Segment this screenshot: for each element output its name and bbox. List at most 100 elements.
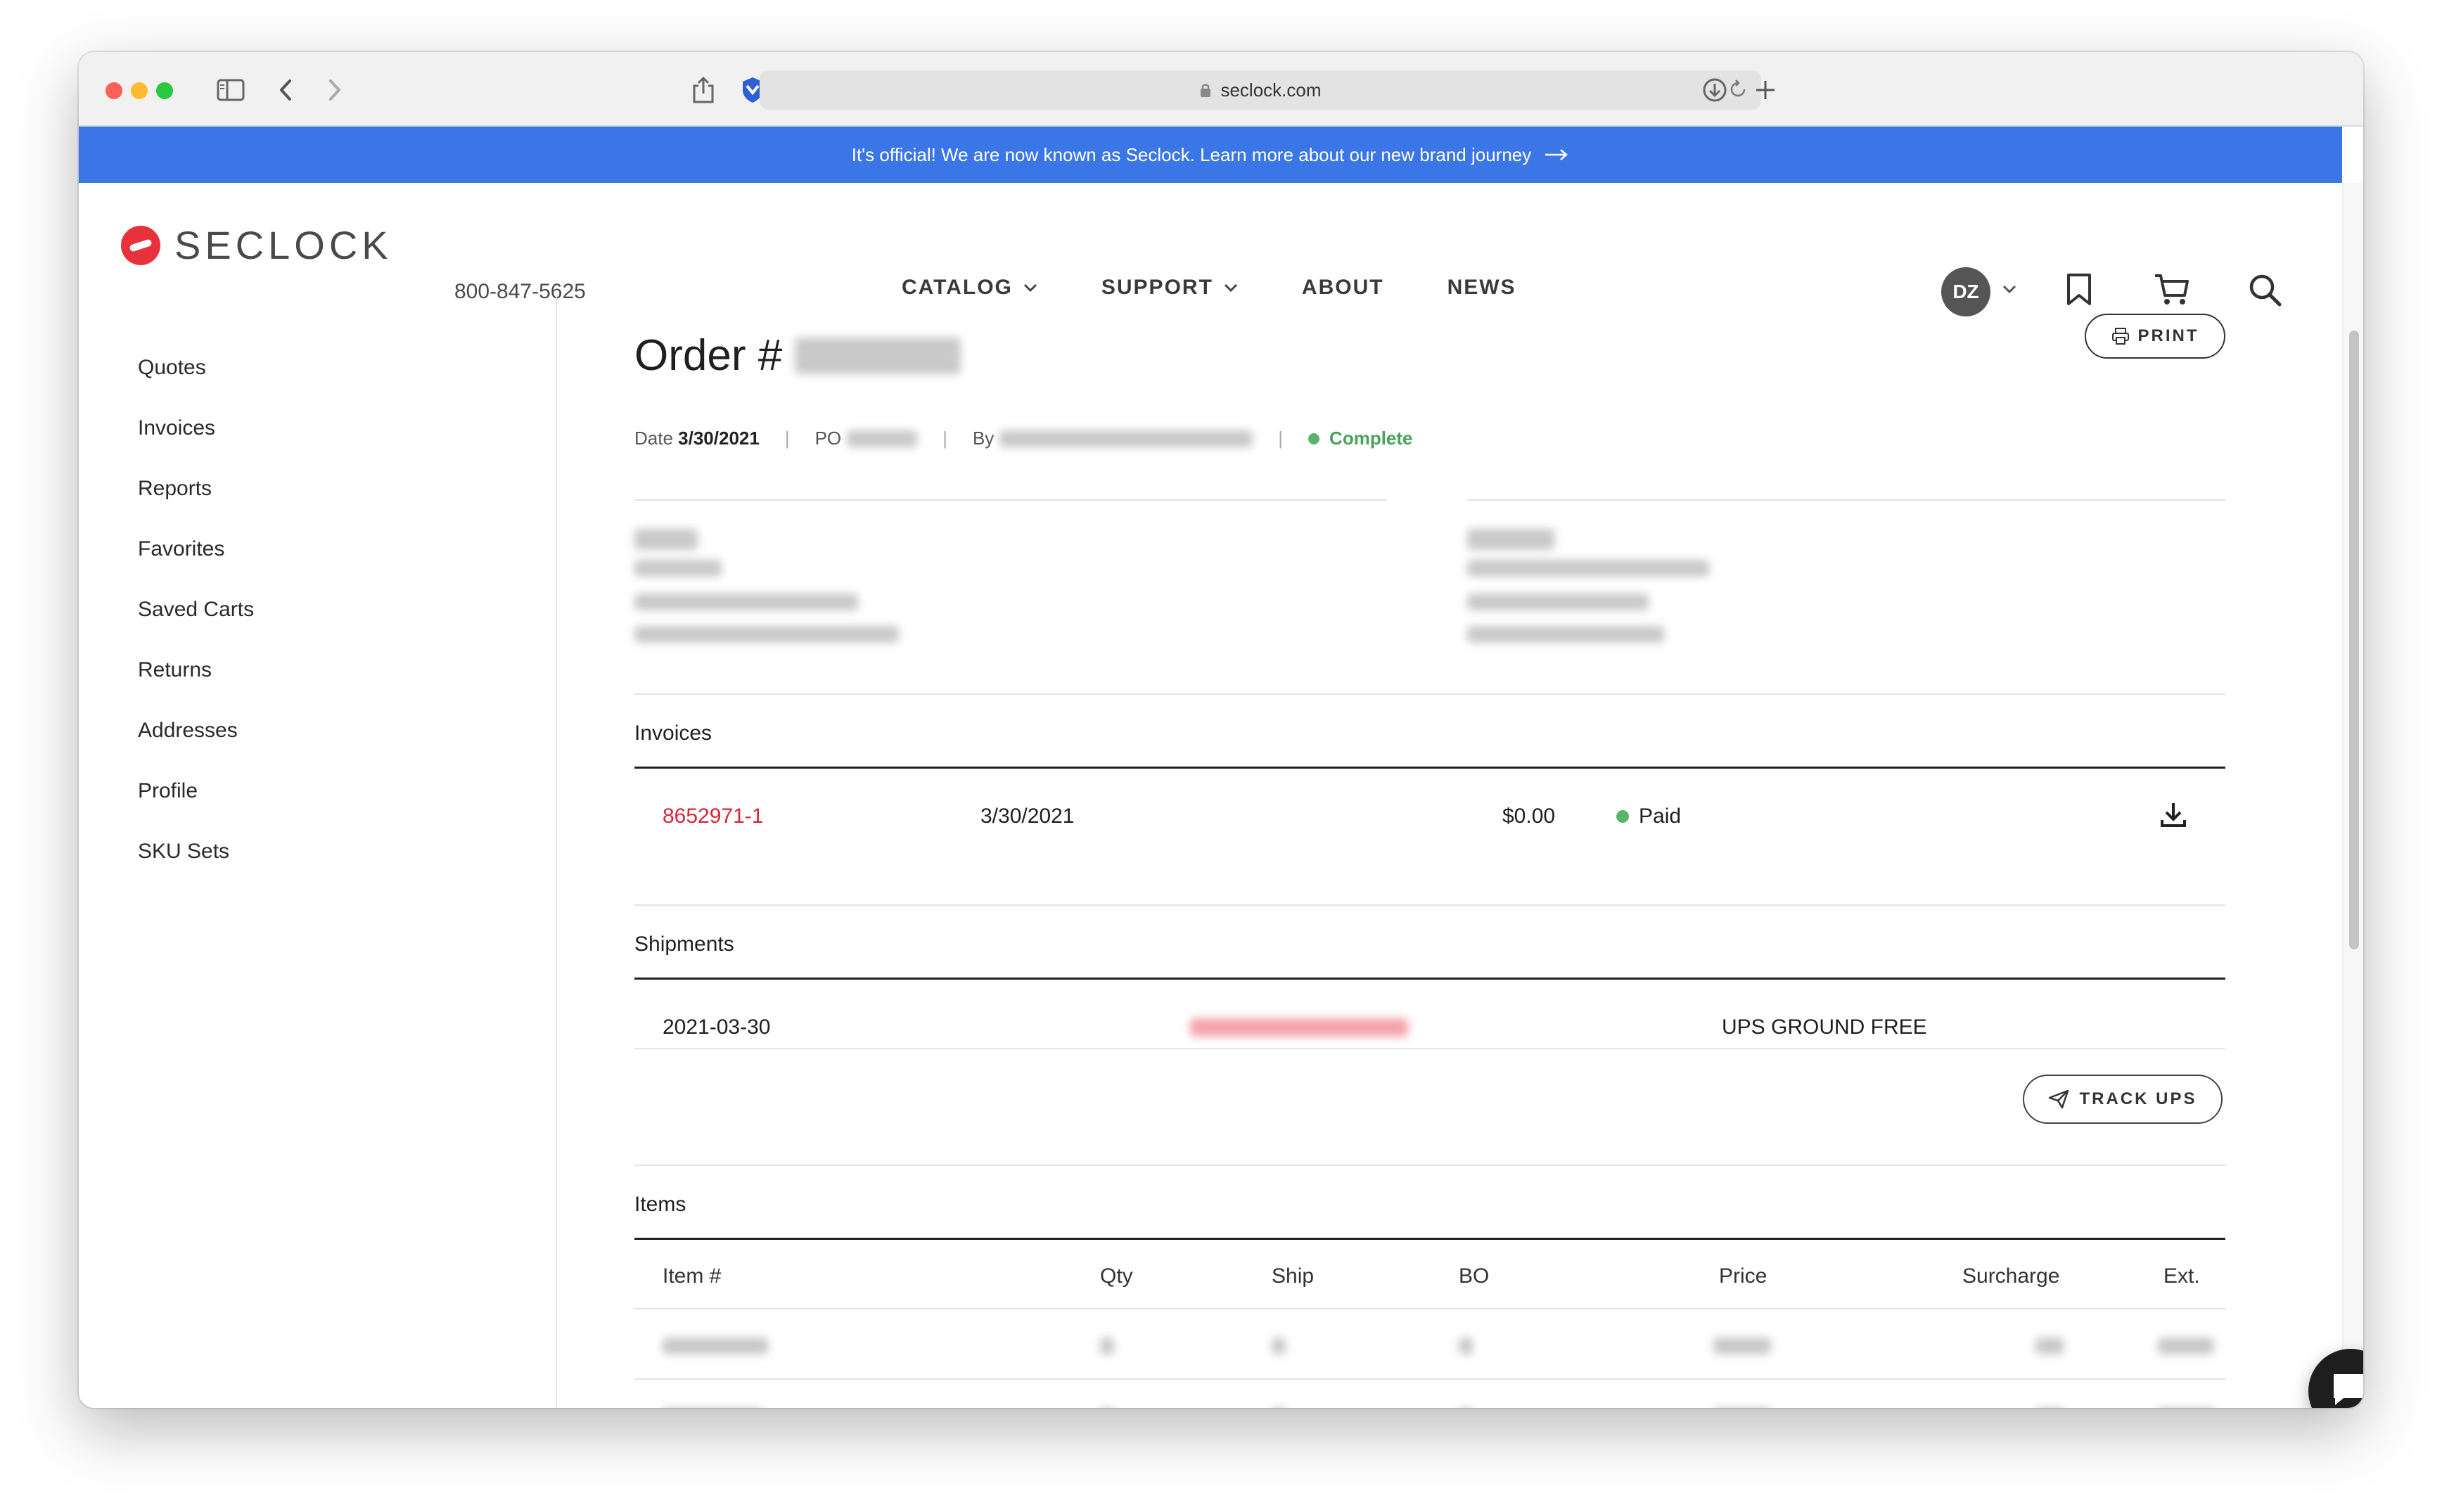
- divider: [634, 767, 2225, 769]
- by-label: By: [972, 428, 995, 449]
- sidebar-item-favorites[interactable]: Favorites: [138, 537, 224, 561]
- printer-icon: [2111, 327, 2130, 345]
- column-bo: BO: [1459, 1264, 1490, 1288]
- site-header: SECLOCK 800-847-5625 CATALOG SUPPORT ABO…: [79, 183, 2342, 316]
- search-icon[interactable]: [2244, 269, 2286, 311]
- share-icon[interactable]: [686, 73, 720, 107]
- track-ups-label: TRACK UPS: [2079, 1089, 2197, 1108]
- arrow-right-icon: [1544, 148, 1569, 162]
- lock-icon: [1199, 82, 1212, 98]
- divider: |: [784, 428, 790, 449]
- chevron-down-icon[interactable]: [1999, 271, 2020, 307]
- divider: [634, 1238, 2225, 1240]
- announcement-banner[interactable]: It's official! We are now known as Seclo…: [79, 127, 2342, 183]
- cart-icon[interactable]: [2151, 269, 2193, 311]
- page-title: Order #: [634, 331, 961, 380]
- redacted-tracking-number[interactable]: [1190, 1018, 1408, 1037]
- nav-news-label: NEWS: [1447, 276, 1516, 299]
- divider: [634, 1048, 2225, 1049]
- sidebar-toggle-icon[interactable]: [214, 73, 248, 107]
- invoice-amount: $0.00: [1502, 805, 1556, 828]
- divider: |: [942, 428, 947, 449]
- column-ship: Ship: [1272, 1264, 1315, 1288]
- chat-button[interactable]: [2308, 1349, 2363, 1408]
- divider: |: [1278, 428, 1284, 449]
- redacted-order-number: [795, 337, 961, 374]
- browser-window: seclock.com It's official! We are now kn…: [79, 52, 2363, 1408]
- column-item: Item #: [663, 1264, 722, 1288]
- nav-about[interactable]: ABOUT: [1302, 276, 1384, 300]
- sidebar-item-saved-carts[interactable]: Saved Carts: [138, 598, 254, 622]
- announcement-text: It's official! We are now known as Seclo…: [851, 143, 1532, 165]
- order-date: 3/30/2021: [678, 428, 760, 449]
- column-surcharge: Surcharge: [1962, 1264, 2060, 1288]
- scrollbar-thumb[interactable]: [2349, 331, 2359, 949]
- account-sidebar: Quotes Invoices Reports Favorites Saved …: [79, 295, 557, 1408]
- divider: [634, 1308, 2225, 1309]
- main-nav: CATALOG SUPPORT ABOUT NEWS: [902, 276, 1580, 300]
- sidebar-item-profile[interactable]: Profile: [138, 779, 198, 803]
- column-qty: Qty: [1100, 1264, 1133, 1288]
- order-title-prefix: Order #: [634, 331, 783, 380]
- address-bar[interactable]: seclock.com: [760, 70, 1761, 110]
- status-dot: [1308, 433, 1320, 444]
- invoice-status: Paid: [1616, 805, 1681, 828]
- date-label: Date: [634, 428, 673, 449]
- avatar-initials: DZ: [1952, 281, 1979, 302]
- divider: [634, 904, 2225, 906]
- browser-toolbar: seclock.com: [79, 52, 2363, 127]
- divider: [634, 1378, 2225, 1380]
- minimize-window-button[interactable]: [131, 82, 148, 99]
- column-ext: Ext.: [2163, 1264, 2200, 1288]
- invoice-date: 3/30/2021: [980, 805, 1075, 828]
- invoice-number-link[interactable]: 8652971-1: [663, 805, 763, 828]
- close-window-button[interactable]: [106, 82, 122, 99]
- send-icon: [2048, 1089, 2069, 1109]
- seclock-logo[interactable]: SECLOCK: [121, 222, 392, 268]
- redacted-buyer: [999, 430, 1253, 447]
- divider: [634, 499, 1387, 501]
- nav-catalog[interactable]: CATALOG: [902, 276, 1038, 300]
- forward-icon[interactable]: [318, 73, 352, 107]
- track-ups-button[interactable]: TRACK UPS: [2023, 1075, 2223, 1124]
- downloads-icon[interactable]: [1698, 73, 1732, 107]
- chat-icon: [2331, 1371, 2363, 1409]
- invoice-status-label: Paid: [1639, 805, 1682, 828]
- page-scrollbar[interactable]: [2342, 183, 2363, 1408]
- items-section-title: Items: [634, 1193, 686, 1216]
- redacted-po: [847, 430, 918, 447]
- shipment-method: UPS GROUND FREE: [1722, 1016, 1927, 1039]
- divider: [634, 978, 2225, 980]
- user-avatar[interactable]: DZ: [1941, 267, 1990, 316]
- zoom-window-button[interactable]: [156, 82, 173, 99]
- print-button[interactable]: PRINT: [2085, 314, 2225, 359]
- divider: [634, 693, 2225, 695]
- new-tab-icon[interactable]: [1749, 73, 1782, 107]
- divider: [1467, 499, 2225, 501]
- po-label: PO: [814, 428, 842, 449]
- sidebar-item-quotes[interactable]: Quotes: [138, 356, 206, 380]
- url-text: seclock.com: [1220, 79, 1322, 101]
- invoices-section-title: Invoices: [634, 722, 712, 745]
- order-meta: Date 3/30/2021 | PO | By | Complete: [634, 428, 1413, 449]
- back-icon[interactable]: [269, 73, 302, 107]
- chevron-down-icon: [1023, 283, 1038, 293]
- nav-news[interactable]: NEWS: [1447, 276, 1516, 300]
- sidebar-item-reports[interactable]: Reports: [138, 477, 212, 501]
- nav-about-label: ABOUT: [1301, 276, 1384, 299]
- nav-support-label: SUPPORT: [1101, 276, 1213, 299]
- bookmark-icon[interactable]: [2058, 269, 2100, 311]
- print-label: PRINT: [2137, 326, 2199, 345]
- chevron-down-icon: [1223, 283, 1239, 293]
- sidebar-item-sku-sets[interactable]: SKU Sets: [138, 840, 229, 864]
- logo-mark-icon: [121, 225, 160, 265]
- download-icon[interactable]: [2158, 799, 2189, 835]
- sidebar-item-invoices[interactable]: Invoices: [138, 416, 215, 440]
- sidebar-item-returns[interactable]: Returns: [138, 658, 212, 682]
- brand-name: SECLOCK: [174, 223, 392, 267]
- nav-catalog-label: CATALOG: [902, 276, 1013, 299]
- divider: [634, 1165, 2225, 1166]
- nav-support[interactable]: SUPPORT: [1101, 276, 1239, 300]
- status-badge: Complete: [1329, 428, 1413, 449]
- sidebar-item-addresses[interactable]: Addresses: [138, 719, 238, 743]
